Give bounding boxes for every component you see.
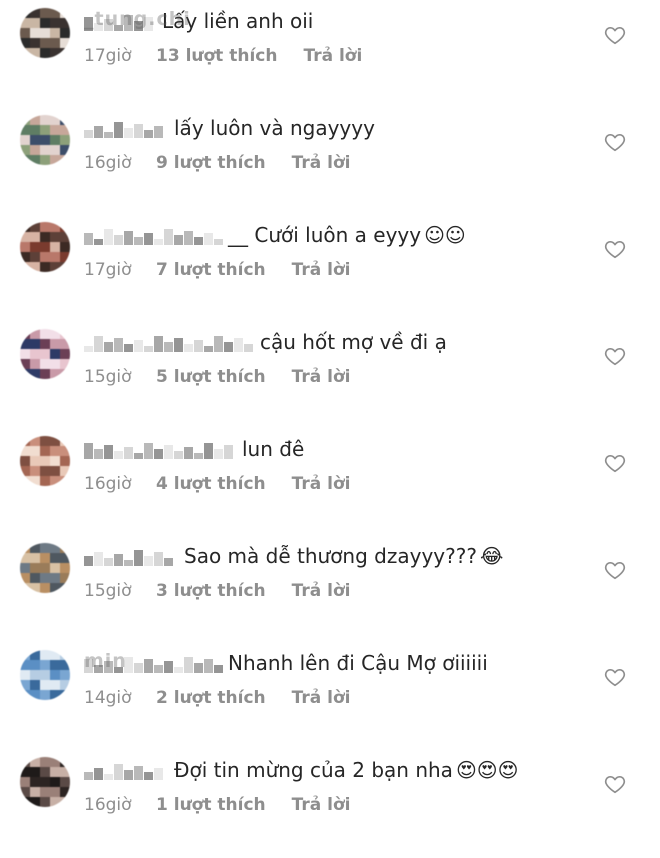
comment-text: lun đê xyxy=(242,437,305,461)
likes-count[interactable]: 9 lượt thích xyxy=(156,153,266,173)
username-censor-blocks xyxy=(84,760,164,780)
timestamp: 15giờ xyxy=(84,367,132,387)
comment-line: __ Cưới luôn a eyyy ☺☺ xyxy=(84,220,466,250)
avatar[interactable] xyxy=(20,222,70,272)
comment-text: Đợi tin mừng của 2 bạn nha xyxy=(174,758,453,782)
username-blurred[interactable]: _tung.chi xyxy=(84,8,190,34)
comment-meta: 16giờ 4 lượt thích Trả lời xyxy=(84,474,350,494)
comment-line: Đợi tin mừng của 2 bạn nha 😍😍😍 xyxy=(84,755,519,785)
like-heart-icon[interactable] xyxy=(604,666,626,688)
comment-line: min Nhanh lên đi Cậu Mợ ơiiiiii xyxy=(84,648,488,678)
likes-count[interactable]: 2 lượt thích xyxy=(156,688,266,708)
comment-meta: 17giờ 13 lượt thích Trả lời xyxy=(84,46,362,66)
like-heart-icon[interactable] xyxy=(604,559,626,581)
username-blurred[interactable] xyxy=(84,222,224,248)
username-text: min xyxy=(84,650,127,672)
likes-count[interactable]: 1 lượt thích xyxy=(156,795,266,815)
username-blurred[interactable] xyxy=(84,757,170,783)
comment-item: cậu hốt mợ về đi ạ 15giờ 5 lượt thích Trả l… xyxy=(0,323,660,430)
username-censor-blocks xyxy=(84,439,234,459)
comment-item: min Nhanh lên đi Cậu Mợ ơiiiiii 14giờ 2 lượ… xyxy=(0,644,660,751)
timestamp: 16giờ xyxy=(84,153,132,173)
timestamp: 16giờ xyxy=(84,474,132,494)
comment-meta: 14giờ 2 lượt thích Trả lời xyxy=(84,688,350,708)
comment-line: cậu hốt mợ về đi ạ xyxy=(84,327,447,357)
comment-line: lun đê xyxy=(84,434,304,464)
comment-item: Đợi tin mừng của 2 bạn nha 😍😍😍 16giờ 1 lượt… xyxy=(0,751,660,858)
like-heart-icon[interactable] xyxy=(604,24,626,46)
avatar[interactable] xyxy=(20,436,70,486)
comment-meta: 17giờ 7 lượt thích Trả lời xyxy=(84,260,350,280)
username-blurred[interactable] xyxy=(84,436,238,462)
avatar[interactable] xyxy=(20,543,70,593)
comment-text: cậu hốt mợ về đi ạ xyxy=(260,330,447,354)
emoji: 😂 xyxy=(479,544,504,568)
comment-item: Sao mà dễ thương dzayyy??? 😂 15giờ 3 lượt t… xyxy=(0,537,660,644)
comment-text: __ Cưới luôn a eyyy xyxy=(228,223,422,247)
reply-button[interactable]: Trả lời xyxy=(303,46,362,66)
likes-count[interactable]: 5 lượt thích xyxy=(156,367,266,387)
username-text: _tung.chi xyxy=(84,8,191,30)
comment-line: _tung.chi Lấy liền anh oii xyxy=(84,6,313,36)
avatar[interactable] xyxy=(20,329,70,379)
emoji: 😍😍😍 xyxy=(455,758,519,782)
comment-meta: 16giờ 1 lượt thích Trả lời xyxy=(84,795,350,815)
reply-button[interactable]: Trả lời xyxy=(292,367,351,387)
reply-button[interactable]: Trả lời xyxy=(292,581,351,601)
like-heart-icon[interactable] xyxy=(604,345,626,367)
comment-text: Nhanh lên đi Cậu Mợ ơiiiiii xyxy=(228,651,488,675)
username-blurred[interactable] xyxy=(84,543,180,569)
reply-button[interactable]: Trả lời xyxy=(292,474,351,494)
likes-count[interactable]: 7 lượt thích xyxy=(156,260,266,280)
comment-item: lấy luôn và ngayyyy 16giờ 9 lượt thích Trả … xyxy=(0,109,660,216)
timestamp: 16giờ xyxy=(84,795,132,815)
username-blurred[interactable]: min xyxy=(84,650,224,676)
comment-meta: 15giờ 5 lượt thích Trả lời xyxy=(84,367,350,387)
timestamp: 14giờ xyxy=(84,688,132,708)
avatar[interactable] xyxy=(20,8,70,58)
avatar[interactable] xyxy=(20,115,70,165)
username-censor-blocks xyxy=(84,225,224,245)
comment-item: lun đê 16giờ 4 lượt thích Trả lời xyxy=(0,430,660,537)
comment-text: Sao mà dễ thương dzayyy??? xyxy=(184,544,477,568)
likes-count[interactable]: 4 lượt thích xyxy=(156,474,266,494)
reply-button[interactable]: Trả lời xyxy=(292,795,351,815)
timestamp: 15giờ xyxy=(84,581,132,601)
username-blurred[interactable] xyxy=(84,115,170,141)
timestamp: 17giờ xyxy=(84,260,132,280)
like-heart-icon[interactable] xyxy=(604,131,626,153)
avatar[interactable] xyxy=(20,650,70,700)
emoji: ☺☺ xyxy=(424,223,466,247)
comment-item: __ Cưới luôn a eyyy ☺☺ 17giờ 7 lượt thích Tr… xyxy=(0,216,660,323)
timestamp: 17giờ xyxy=(84,46,132,66)
username-censor-blocks xyxy=(84,546,174,566)
username-blurred[interactable] xyxy=(84,329,256,355)
comment-item: _tung.chi Lấy liền anh oii 17giờ 13 lượt th… xyxy=(0,2,660,109)
like-heart-icon[interactable] xyxy=(604,773,626,795)
reply-button[interactable]: Trả lời xyxy=(292,260,351,280)
username-censor-blocks xyxy=(84,118,164,138)
comment-line: lấy luôn và ngayyyy xyxy=(84,113,375,143)
comment-text: lấy luôn và ngayyyy xyxy=(174,116,375,140)
comment-meta: 16giờ 9 lượt thích Trả lời xyxy=(84,153,350,173)
comment-line: Sao mà dễ thương dzayyy??? 😂 xyxy=(84,541,503,571)
like-heart-icon[interactable] xyxy=(604,452,626,474)
reply-button[interactable]: Trả lời xyxy=(292,688,351,708)
likes-count[interactable]: 3 lượt thích xyxy=(156,581,266,601)
reply-button[interactable]: Trả lời xyxy=(292,153,351,173)
comment-meta: 15giờ 3 lượt thích Trả lời xyxy=(84,581,350,601)
like-heart-icon[interactable] xyxy=(604,238,626,260)
likes-count[interactable]: 13 lượt thích xyxy=(156,46,277,66)
username-censor-blocks xyxy=(84,332,254,352)
avatar[interactable] xyxy=(20,757,70,807)
